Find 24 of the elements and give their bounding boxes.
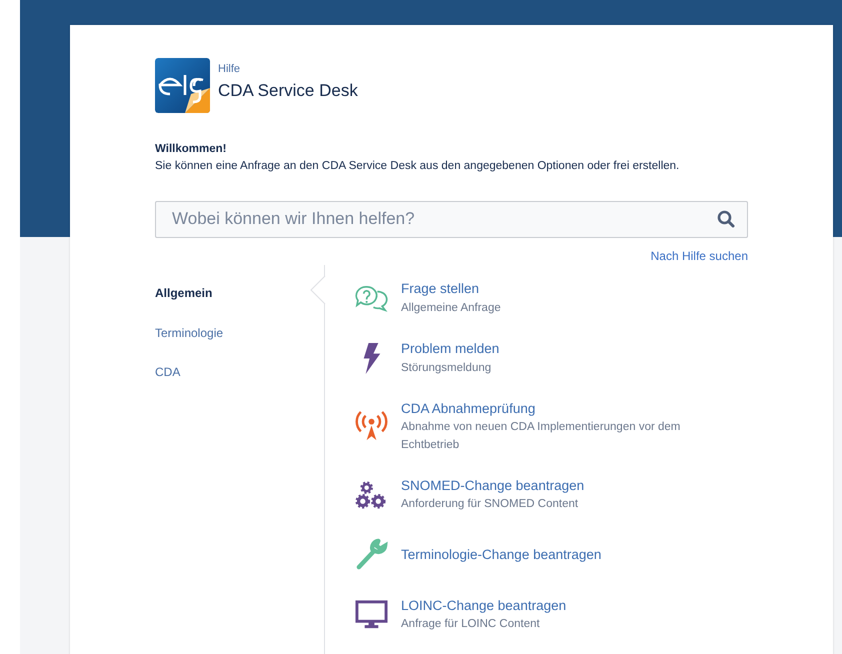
category-link[interactable]: Terminologie	[155, 324, 224, 342]
category-link[interactable]: CDA	[155, 363, 180, 381]
request-type-link[interactable]: SNOMED-Change beantragen	[401, 476, 584, 496]
request-description: Anforderung für SNOMED Content	[401, 497, 580, 512]
breadcrumb-link[interactable]: Hilfe	[218, 63, 240, 75]
logo-icon	[155, 58, 210, 113]
request-description: Abnahme von neuen CDA Implementierungen vor dem Echtbetrieb	[401, 420, 682, 452]
request-type-link[interactable]: Frage stellen	[401, 279, 501, 300]
search-field[interactable]: Wobei können wir Ihnen helfen?	[155, 200, 748, 238]
request-description: Störungsmeldung	[401, 360, 492, 376]
request-description: Allgemeine Anfrage	[401, 300, 501, 316]
category-link[interactable]: Allgemein	[155, 284, 212, 302]
request-type-link[interactable]: Problem melden	[401, 339, 500, 360]
request-type-link[interactable]: Terminologie-Change beantragen	[401, 544, 602, 565]
search-help-link[interactable]: Nach Hilfe suchen	[650, 248, 748, 262]
request-description: Anfrage für LOINC Content	[401, 617, 541, 632]
wrench-icon	[355, 538, 388, 572]
welcome-heading: Willkommen!	[155, 142, 228, 157]
request-type-link[interactable]: CDA Abnahmeprüfung	[401, 399, 701, 420]
welcome-text: Sie können eine Anfrage an den CDA Service Desk aus den angegebenen Optionen oder frei erstellen.	[155, 159, 680, 174]
search-icon[interactable]	[717, 210, 735, 228]
search-input[interactable]: Wobei können wir Ihnen helfen?	[170, 205, 717, 233]
page-title: CDA Service Desk	[218, 80, 358, 102]
request-type-link[interactable]: LOINC-Change beantragen	[401, 596, 566, 616]
